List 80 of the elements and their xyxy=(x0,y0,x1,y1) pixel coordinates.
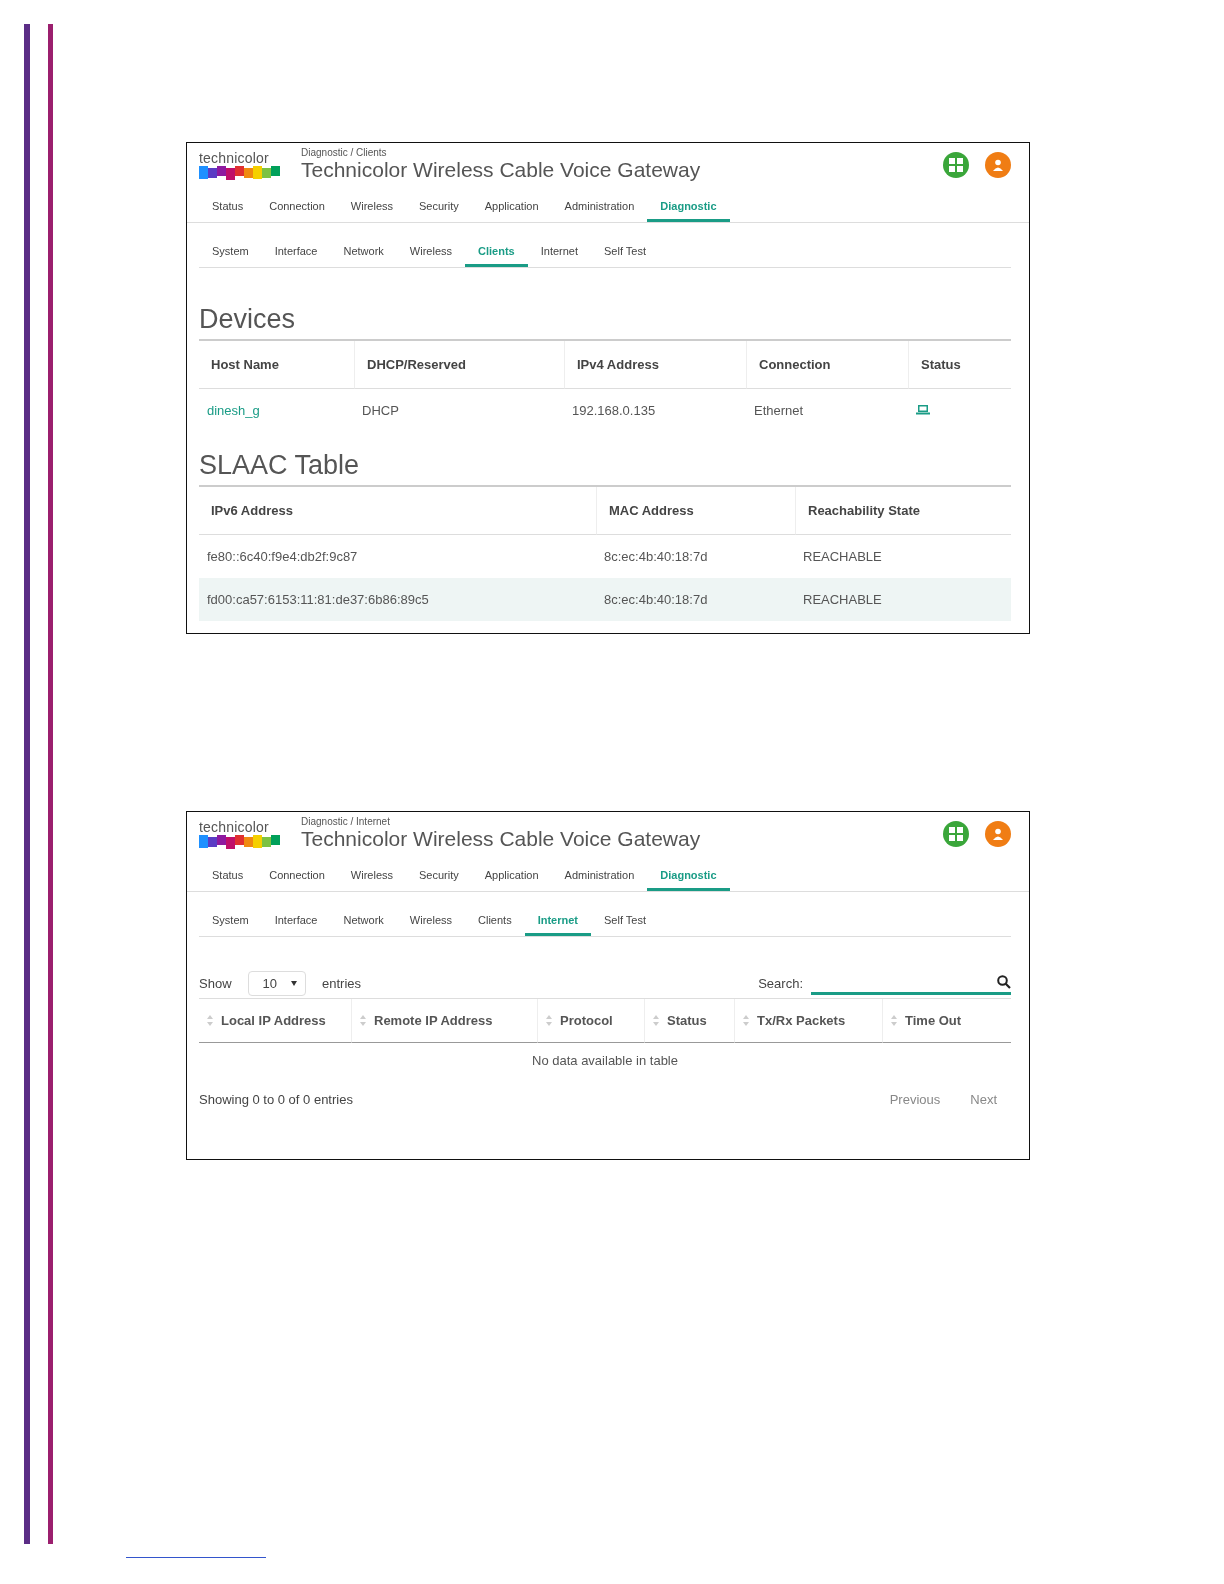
subnav-tab[interactable]: Wireless xyxy=(396,908,465,936)
subnav-tab[interactable]: System xyxy=(199,239,262,267)
sort-icon[interactable] xyxy=(546,1015,552,1026)
column-header: DHCP/Reserved xyxy=(354,341,564,389)
nav-tab[interactable]: Connection xyxy=(256,863,338,891)
sort-icon[interactable] xyxy=(207,1015,213,1026)
subnav-tab[interactable]: Internet xyxy=(527,239,591,267)
host-link[interactable]: dinesh_g xyxy=(207,403,260,418)
sort-icon[interactable] xyxy=(891,1015,897,1026)
subnav-tab[interactable]: System xyxy=(199,908,262,936)
table-cell: fd00:ca57:6153:11:81:de37:6b86:89c5 xyxy=(199,578,596,621)
nav-tab[interactable]: Wireless xyxy=(337,194,406,222)
search-icon xyxy=(997,975,1011,989)
nav-tab[interactable]: Security xyxy=(406,194,472,222)
sort-icon[interactable] xyxy=(743,1015,749,1026)
entries-label: entries xyxy=(322,976,362,991)
column-header[interactable]: Local IP Address xyxy=(221,1013,326,1028)
table-cell-text: 8c:ec:4b:40:18:7d xyxy=(603,548,709,566)
page-size-select[interactable]: 10 xyxy=(247,971,306,996)
subnav-tab[interactable]: Network xyxy=(330,908,397,936)
sort-icon[interactable] xyxy=(653,1015,659,1026)
column-header: Host Name xyxy=(199,341,354,389)
nav-tab[interactable]: Application xyxy=(471,863,552,891)
logo-icon xyxy=(199,834,281,849)
nav-tab[interactable]: Status xyxy=(199,194,257,222)
column-header[interactable]: Status xyxy=(667,1013,707,1028)
subnav-tab[interactable]: Self Test xyxy=(591,239,659,267)
show-label: Show xyxy=(199,976,232,991)
column-header: IPv4 Address xyxy=(564,341,746,389)
table-cell-text: REACHABLE xyxy=(802,548,883,566)
column-header: Connection xyxy=(746,341,908,389)
subnav-tab[interactable]: Wireless xyxy=(396,239,465,267)
column-header[interactable]: Remote IP Address xyxy=(374,1013,493,1028)
search-label: Search: xyxy=(758,976,803,991)
subnav-tab[interactable]: Interface xyxy=(261,908,331,936)
grid-icon[interactable] xyxy=(943,820,969,847)
table-cell-text: Ethernet xyxy=(753,402,805,420)
column-header[interactable]: Time Out xyxy=(905,1013,962,1028)
subnav-tab[interactable]: Network xyxy=(330,239,397,267)
column-header: Status xyxy=(908,341,1011,389)
column-header[interactable]: Protocol xyxy=(560,1013,613,1028)
breadcrumb: Diagnostic / Internet xyxy=(301,816,391,827)
nav-tab[interactable]: Administration xyxy=(551,863,648,891)
logo-icon xyxy=(199,165,281,180)
subnav-tab[interactable]: Interface xyxy=(261,239,331,267)
nav-tab[interactable]: Connection xyxy=(256,194,338,222)
table-cell: 8c:ec:4b:40:18:7d xyxy=(596,578,795,621)
column-header: MAC Address xyxy=(596,487,795,535)
table-cell: REACHABLE xyxy=(795,578,1011,621)
table-cell-text: DHCP xyxy=(361,402,400,420)
user-icon[interactable] xyxy=(985,820,1011,847)
nav-tab[interactable]: Wireless xyxy=(337,863,406,891)
section-heading: Devices xyxy=(199,268,1011,341)
section-heading: SLAAC Table xyxy=(199,432,1011,487)
laptop-icon xyxy=(916,405,930,415)
nav-tab[interactable]: Status xyxy=(199,863,257,891)
search-field[interactable] xyxy=(811,972,1011,995)
caret-icon xyxy=(291,981,297,986)
user-icon[interactable] xyxy=(985,151,1011,178)
table-cell-text: 192.168.0.135 xyxy=(571,402,657,420)
nav-tab[interactable]: Security xyxy=(406,863,472,891)
empty-message: No data available in table xyxy=(531,1052,679,1070)
column-header: IPv6 Address xyxy=(199,487,596,535)
subnav-tab[interactable]: Self Test xyxy=(591,908,659,936)
column-header: Reachability State xyxy=(795,487,1011,535)
table-cell-text: fe80::6c40:f9e4:db2f:9c87 xyxy=(206,548,359,566)
breadcrumb: Diagnostic / Clients xyxy=(301,147,388,158)
previous-button[interactable]: Previous xyxy=(889,1092,941,1107)
logo-text: technicolor xyxy=(199,818,270,835)
grid-icon[interactable] xyxy=(943,151,969,178)
sort-icon[interactable] xyxy=(360,1015,366,1026)
logo-text: technicolor xyxy=(199,149,270,166)
subnav-tab[interactable]: Clients xyxy=(465,908,525,936)
column-header[interactable]: Tx/Rx Packets xyxy=(757,1013,846,1028)
next-button[interactable]: Next xyxy=(970,1092,997,1107)
nav-tab[interactable]: Administration xyxy=(551,194,648,222)
table-info: Showing 0 to 0 of 0 entries xyxy=(199,1092,353,1107)
page-title: Technicolor Wireless Cable Voice Gateway xyxy=(301,827,702,851)
nav-tab[interactable]: Application xyxy=(471,194,552,222)
page-title: Technicolor Wireless Cable Voice Gateway xyxy=(301,158,702,182)
